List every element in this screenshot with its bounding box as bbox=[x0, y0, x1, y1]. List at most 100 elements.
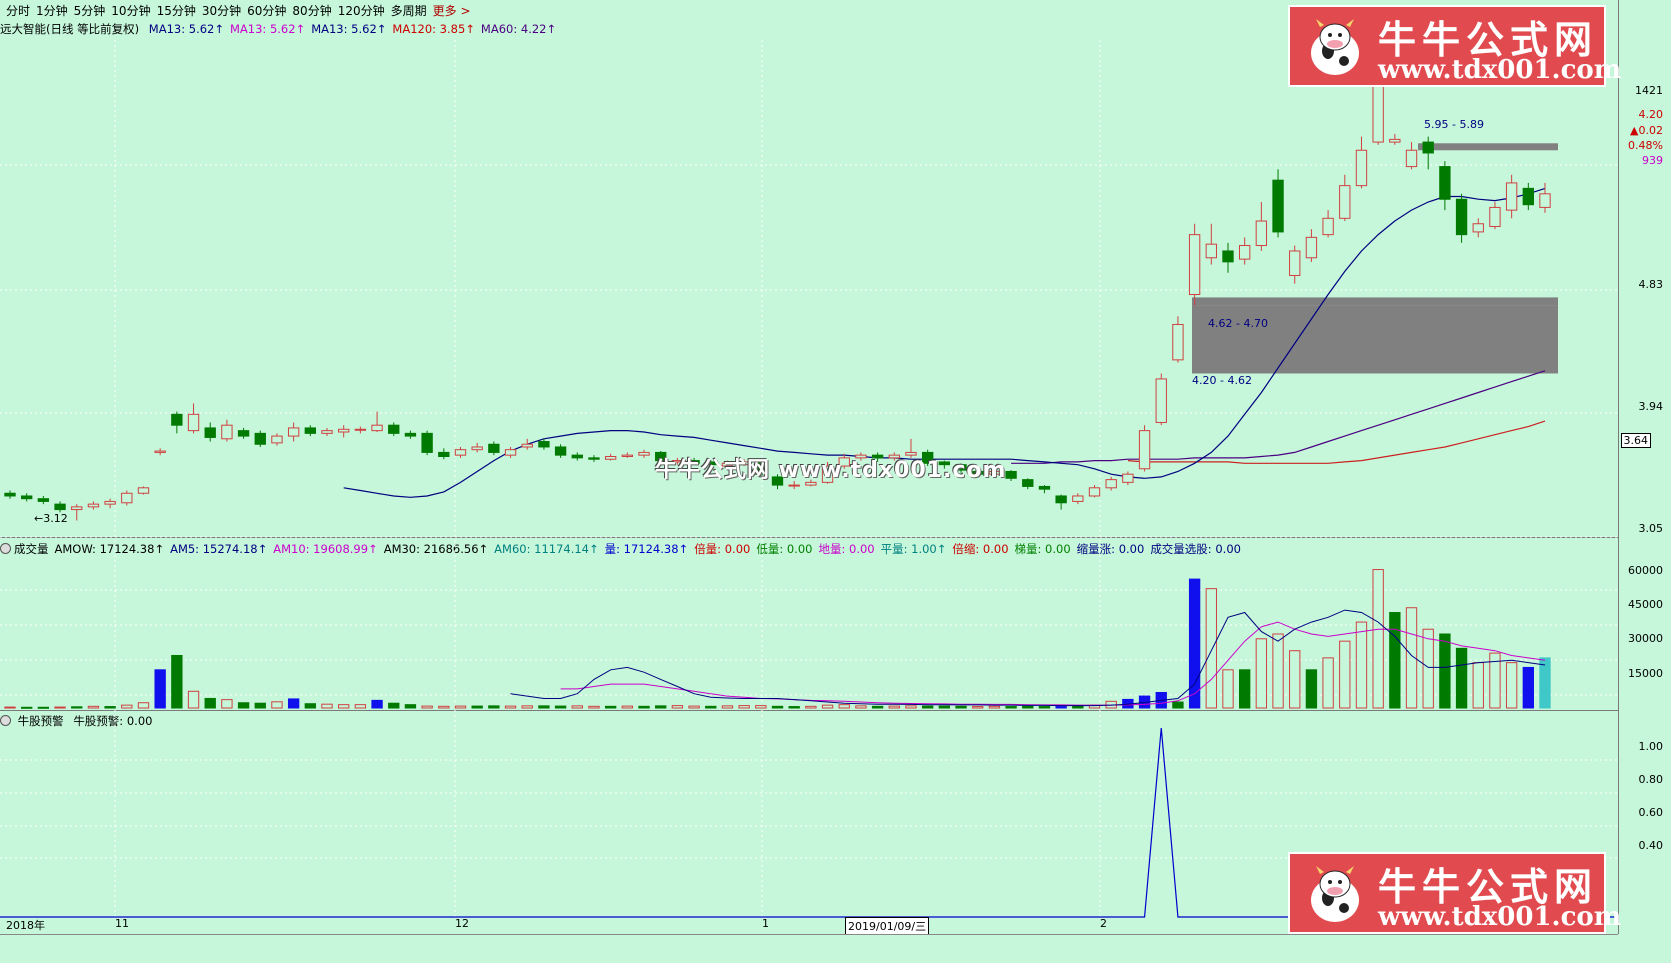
candle-body bbox=[438, 451, 450, 457]
logo-url: www.tdx001.com bbox=[1378, 55, 1622, 85]
candle-body bbox=[71, 506, 83, 511]
candle-body bbox=[338, 428, 350, 433]
candle-body bbox=[521, 443, 533, 448]
ma120-line bbox=[1127, 420, 1546, 464]
candle-body bbox=[638, 451, 650, 456]
price-zone bbox=[1192, 305, 1558, 374]
volume-bar bbox=[304, 703, 316, 709]
axis-tick-label: 1.00 bbox=[1638, 740, 1664, 753]
axis-tick-label: 45000 bbox=[1628, 598, 1663, 611]
candle-body bbox=[271, 435, 283, 444]
volume-bar bbox=[1339, 640, 1351, 709]
candle-body bbox=[1155, 378, 1167, 423]
candle-body bbox=[504, 449, 517, 456]
volume-bar bbox=[438, 705, 450, 709]
axis-tick-label: 3.94 bbox=[1638, 400, 1664, 413]
volume-bar bbox=[855, 705, 867, 709]
volume-bar bbox=[1188, 578, 1201, 709]
candle-body bbox=[1455, 198, 1468, 236]
candle-body bbox=[1072, 495, 1084, 502]
candle-body bbox=[1422, 141, 1434, 154]
axis-tick-label: 30000 bbox=[1628, 632, 1663, 645]
candle-body bbox=[204, 427, 216, 438]
volume-bar bbox=[1472, 662, 1484, 709]
candle-body bbox=[1255, 220, 1268, 247]
volume-bar bbox=[154, 669, 166, 709]
candle-body bbox=[37, 498, 50, 502]
volume-bar bbox=[888, 705, 900, 709]
volume-bar bbox=[471, 705, 483, 709]
volume-bar bbox=[4, 706, 16, 709]
volume-bar bbox=[671, 705, 684, 709]
axis-tick-label: 0.80 bbox=[1638, 773, 1664, 786]
candle-body bbox=[104, 500, 116, 505]
volume-bar bbox=[755, 705, 767, 709]
axis-tick-label: 60000 bbox=[1628, 564, 1663, 577]
candle-body bbox=[1389, 138, 1401, 143]
volume-bar bbox=[1372, 569, 1384, 709]
volume-bar bbox=[1005, 706, 1017, 709]
volume-bar bbox=[1022, 705, 1034, 709]
volume-bar bbox=[421, 705, 433, 709]
volume-bar bbox=[187, 690, 200, 709]
candle-body bbox=[1489, 206, 1501, 227]
volume-bar bbox=[1272, 633, 1284, 709]
candle-body bbox=[221, 424, 233, 440]
volume-bar bbox=[938, 705, 951, 709]
candle-body bbox=[454, 449, 467, 456]
axis-tick-label: 4.83 bbox=[1638, 278, 1664, 291]
axis-tick-label: 0.48% bbox=[1628, 139, 1663, 152]
axis-tick-label: 0.40 bbox=[1638, 839, 1664, 852]
candle-body bbox=[171, 413, 183, 426]
volume-bar bbox=[21, 706, 33, 709]
volume-bar bbox=[204, 697, 216, 709]
candle-body bbox=[1322, 217, 1334, 236]
candle-body bbox=[621, 454, 634, 457]
center-watermark: 牛牛公式网 www.tdx001.com bbox=[655, 458, 1007, 483]
candle-body bbox=[1339, 185, 1351, 219]
volume-bar bbox=[771, 705, 784, 709]
date-tick-label: 2019/01/09/三 bbox=[845, 917, 930, 935]
volume-bar bbox=[504, 705, 517, 709]
candle-body bbox=[304, 427, 316, 434]
volume-bar bbox=[488, 705, 500, 709]
volume-bar bbox=[254, 702, 266, 709]
candle-body bbox=[388, 424, 400, 434]
volume-bar bbox=[221, 699, 233, 709]
volume-bar bbox=[1222, 669, 1234, 709]
volume-bar bbox=[955, 705, 967, 709]
volume-bar bbox=[838, 704, 850, 709]
volume-bar bbox=[921, 705, 934, 709]
volume-bar bbox=[521, 705, 533, 709]
candle-body bbox=[538, 441, 550, 448]
volume-bar bbox=[354, 704, 367, 709]
volume-bar bbox=[1239, 669, 1251, 709]
candle-body bbox=[1105, 479, 1117, 489]
candle-body bbox=[121, 492, 133, 504]
candle-body bbox=[1472, 223, 1484, 233]
price-zone-band bbox=[1192, 297, 1558, 306]
candle-body bbox=[354, 428, 367, 431]
candle-body bbox=[154, 450, 166, 453]
volume-bar bbox=[271, 701, 283, 709]
volume-bar bbox=[1389, 612, 1401, 709]
low-price-label: ←3.12 bbox=[34, 512, 68, 525]
volume-bar bbox=[121, 704, 133, 709]
volume-bar bbox=[788, 706, 800, 709]
volume-bar bbox=[972, 706, 984, 709]
candle-body bbox=[471, 446, 483, 451]
date-tick-label: 1 bbox=[762, 917, 769, 930]
candle-body bbox=[187, 413, 200, 432]
candle-body bbox=[1522, 187, 1534, 206]
volume-bar bbox=[71, 706, 83, 709]
volume-bar bbox=[104, 706, 116, 709]
volume-bar bbox=[821, 704, 834, 709]
candle-body bbox=[137, 487, 150, 494]
volume-bar bbox=[371, 699, 383, 709]
candle-body bbox=[371, 424, 383, 432]
volume-bar bbox=[87, 705, 100, 709]
volume-bar bbox=[321, 703, 333, 709]
volume-bar bbox=[1172, 701, 1184, 709]
candle-body bbox=[1439, 166, 1451, 200]
candle-body bbox=[1055, 495, 1067, 504]
